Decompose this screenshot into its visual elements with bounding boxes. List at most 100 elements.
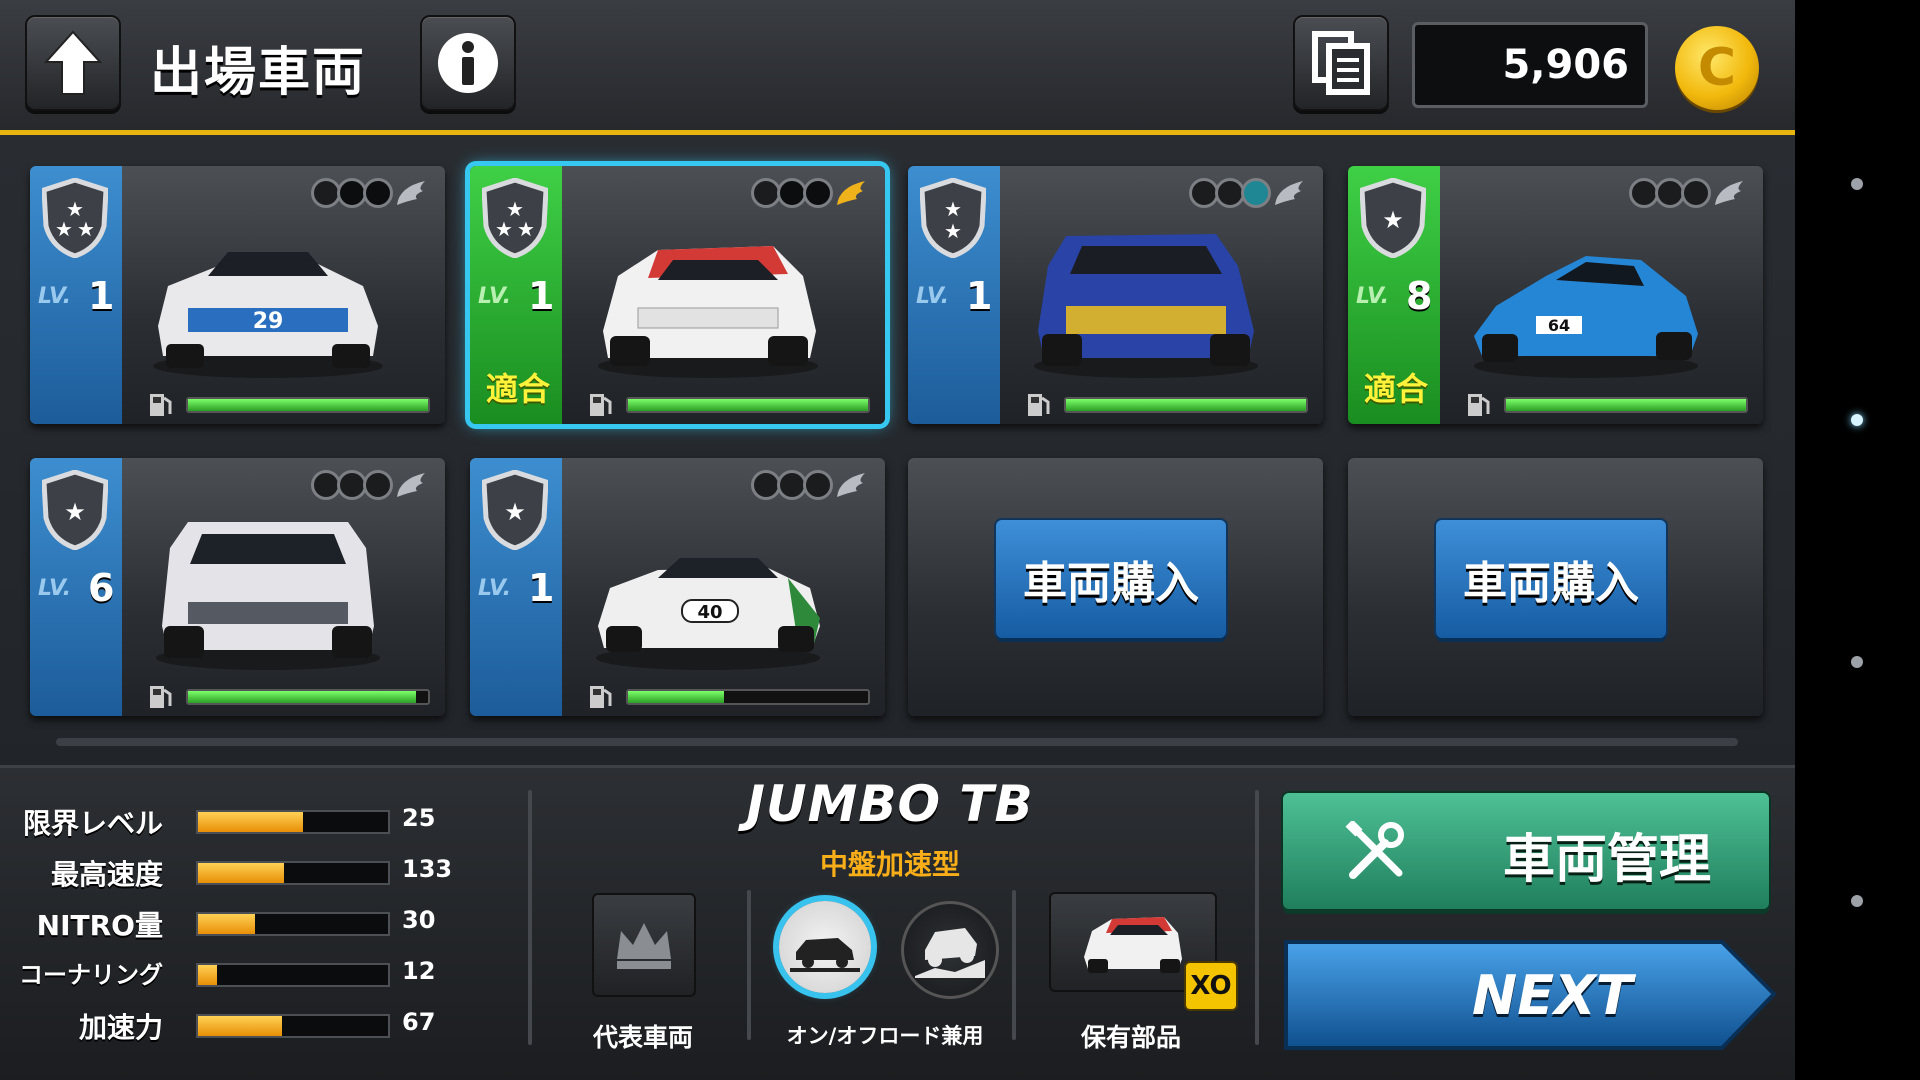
stat-value: 12 bbox=[402, 957, 436, 985]
svg-text:★: ★ bbox=[944, 219, 962, 243]
level-label: LV. bbox=[38, 576, 71, 601]
crown-icon bbox=[617, 923, 671, 969]
svg-text:★: ★ bbox=[77, 217, 95, 241]
stat-label: NITRO量 bbox=[36, 909, 163, 942]
back-button[interactable] bbox=[25, 15, 121, 111]
vehicle-card-selected[interactable]: ★ ★ ★ LV. 1 適合 bbox=[470, 166, 885, 424]
car-type: 中盤加速型 bbox=[819, 848, 960, 881]
owned-parts-label: 保有部品 bbox=[1080, 1023, 1181, 1052]
buy-vehicle-button[interactable]: 車両購入 bbox=[996, 520, 1226, 638]
rank-shield-icon: ★★ ★ bbox=[42, 178, 108, 258]
onroad-car-icon bbox=[790, 938, 860, 972]
terrain-type-label: オン/オフロード兼用 bbox=[786, 1024, 984, 1048]
next-label: NEXT bbox=[1472, 964, 1633, 1027]
car-image: 40 bbox=[596, 558, 820, 670]
page-indicator-dot[interactable] bbox=[1851, 656, 1863, 668]
stat-bar bbox=[196, 963, 390, 987]
wing-icon bbox=[837, 473, 865, 497]
divider bbox=[747, 890, 751, 1040]
page-indicator-dot[interactable] bbox=[1851, 895, 1863, 907]
stat-bar bbox=[196, 912, 390, 936]
offroad-mode-button[interactable] bbox=[901, 901, 999, 999]
stat-row-cornering: コーナリング 12 bbox=[0, 953, 450, 993]
wing-icon bbox=[397, 473, 425, 497]
stat-bar bbox=[196, 861, 390, 885]
level-number: 8 bbox=[1406, 274, 1433, 318]
vehicle-card[interactable]: ★ ★ LV. 1 bbox=[908, 166, 1323, 424]
upgrade-indicator bbox=[1189, 178, 1305, 208]
page-title: 出場車両 bbox=[150, 43, 367, 103]
parts-badge: XO bbox=[1184, 961, 1238, 1011]
stat-label: コーナリング bbox=[19, 961, 163, 989]
car-name: JUMBO TB bbox=[746, 775, 1034, 833]
offroad-car-icon bbox=[915, 928, 985, 978]
car-image bbox=[598, 246, 818, 378]
fuel-bar bbox=[626, 397, 870, 413]
rank-shield-icon: ★ bbox=[42, 470, 108, 550]
fit-badge: 適合 bbox=[486, 370, 551, 408]
divider bbox=[1255, 790, 1259, 1045]
vehicle-card[interactable]: ★ LV. 6 bbox=[30, 458, 445, 716]
fuel-icon bbox=[150, 686, 172, 708]
vehicle-card[interactable]: ★ ★ ★ LV. 1 29 bbox=[30, 166, 445, 424]
svg-text:★: ★ bbox=[495, 217, 513, 241]
stat-label: 限界レベル bbox=[22, 807, 163, 840]
upgrade-indicator bbox=[311, 470, 427, 500]
level-number: 1 bbox=[966, 274, 993, 318]
car-thumbnail bbox=[1084, 917, 1182, 973]
info-button[interactable] bbox=[420, 15, 516, 111]
page-indicator-dot-active[interactable] bbox=[1851, 414, 1863, 426]
fuel-bar bbox=[1064, 397, 1308, 413]
coin-balance: 5,906 bbox=[1412, 22, 1648, 108]
horizontal-scrollbar[interactable] bbox=[56, 738, 1738, 746]
fuel-icon bbox=[590, 686, 612, 708]
svg-text:64: 64 bbox=[1548, 316, 1570, 335]
fuel-icon bbox=[1468, 394, 1490, 416]
divider bbox=[1012, 890, 1016, 1040]
fuel-bar bbox=[1504, 397, 1748, 413]
car-image: 64 bbox=[1474, 256, 1698, 378]
representative-vehicle-button[interactable] bbox=[592, 893, 696, 997]
level-panel: ★ ★ ★ LV. 1 bbox=[30, 166, 122, 424]
level-label: LV. bbox=[1356, 284, 1389, 309]
vehicle-management-button[interactable]: 車両管理 bbox=[1283, 793, 1769, 909]
fuel-icon bbox=[1028, 394, 1050, 416]
wing-icon bbox=[1715, 181, 1743, 205]
vehicle-card[interactable]: ★ LV. 8 適合 64 bbox=[1348, 166, 1763, 424]
fuel-bar bbox=[186, 689, 430, 705]
stat-bar bbox=[196, 1014, 390, 1038]
next-button[interactable]: NEXT bbox=[1282, 936, 1777, 1054]
page-indicator-dot[interactable] bbox=[1851, 178, 1863, 190]
list-button[interactable] bbox=[1293, 15, 1389, 111]
level-label: LV. bbox=[916, 284, 949, 309]
list-icon bbox=[1312, 31, 1370, 95]
svg-text:40: 40 bbox=[697, 602, 722, 623]
vehicle-card[interactable]: ★ LV. 1 40 bbox=[470, 458, 885, 716]
stat-value: 30 bbox=[402, 906, 436, 934]
svg-text:★: ★ bbox=[64, 498, 86, 526]
fuel-bar bbox=[626, 689, 870, 705]
car-image bbox=[1034, 234, 1258, 378]
fuel-bar bbox=[186, 397, 430, 413]
level-panel: ★ LV. 1 bbox=[470, 458, 562, 716]
level-number: 6 bbox=[88, 566, 115, 610]
onroad-mode-button[interactable] bbox=[779, 901, 871, 993]
game-screen: 出場車両 5,906 C ★ ★ ★ LV. 1 29 ★ ★ ★ LV. 1 … bbox=[0, 0, 1795, 1080]
svg-text:29: 29 bbox=[253, 309, 284, 334]
empty-vehicle-slot: 車両購入 bbox=[908, 458, 1323, 716]
stat-value: 25 bbox=[402, 804, 436, 832]
level-panel: ★ ★ ★ LV. 1 適合 bbox=[470, 166, 562, 424]
stat-label: 加速力 bbox=[78, 1011, 163, 1044]
fuel-icon bbox=[150, 394, 172, 416]
level-label: LV. bbox=[478, 576, 511, 601]
car-image bbox=[156, 522, 380, 670]
stat-row-nitro: NITRO量 30 bbox=[0, 902, 450, 942]
coin-icon[interactable]: C bbox=[1675, 26, 1759, 110]
stat-value: 67 bbox=[402, 1008, 436, 1036]
car-image: 29 bbox=[153, 252, 383, 378]
fit-badge: 適合 bbox=[1364, 370, 1429, 408]
rank-shield-icon: ★ bbox=[482, 470, 548, 550]
buy-vehicle-button[interactable]: 車両購入 bbox=[1436, 520, 1666, 638]
level-number: 1 bbox=[528, 274, 555, 318]
svg-text:★: ★ bbox=[944, 197, 962, 221]
